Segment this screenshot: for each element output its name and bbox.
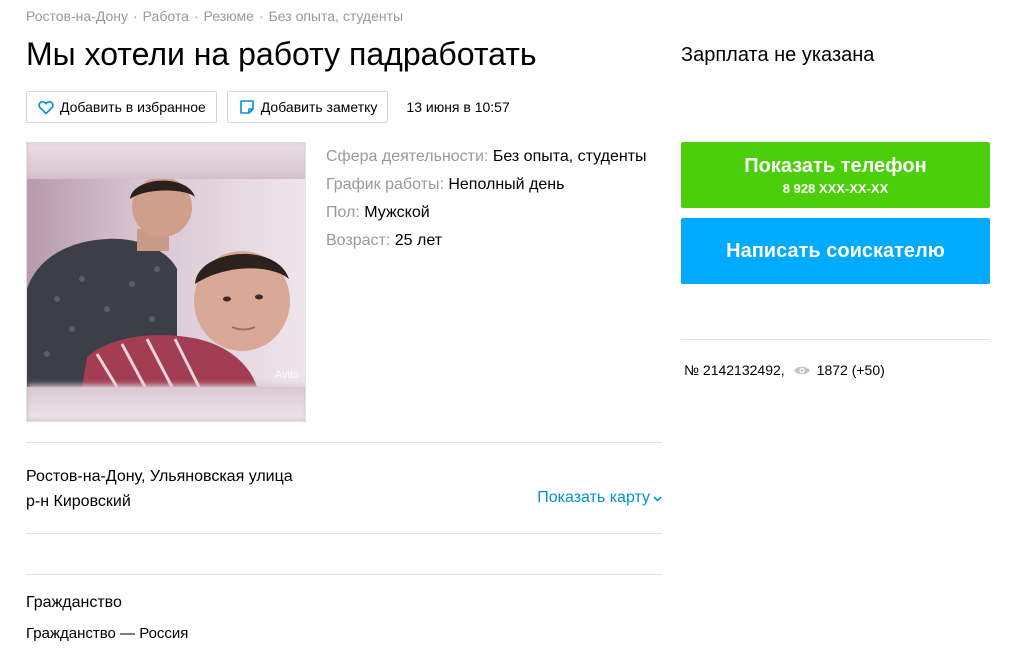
citizenship-value: Гражданство — Россия	[26, 625, 189, 642]
write-to-applicant-button[interactable]: Написать соискателю	[681, 218, 990, 284]
param-row-schedule: График работы: Неполный день	[326, 171, 647, 199]
phone-masked: 8 928 XXX-XX-XX	[782, 180, 889, 196]
param-value: Без опыта, студенты	[492, 148, 647, 165]
param-value: Неполный день	[448, 176, 565, 193]
address-block: Ростов-на-Дону, Ульяновская улица р-н Ки…	[26, 464, 293, 514]
param-key: График работы:	[326, 176, 444, 193]
breadcrumb-separator: ·	[258, 8, 264, 24]
breadcrumb: Ростов-на-Дону · Работа · Резюме · Без опыта, …	[26, 8, 403, 24]
resume-photo[interactable]: Avito	[26, 142, 306, 422]
breadcrumb-city[interactable]: Ростов-на-Дону	[26, 8, 128, 24]
chevron-down-icon	[653, 496, 662, 502]
item-number: № 2142132492,	[684, 362, 785, 378]
item-meta: № 2142132492, 1872 (+50)	[684, 362, 885, 378]
param-row-gender: Пол: Мужской	[326, 199, 647, 227]
param-row-sphere: Сфера деятельности: Без опыта, студенты	[326, 143, 647, 171]
show-phone-button[interactable]: Показать телефон 8 928 XXX-XX-XX	[681, 142, 990, 208]
breadcrumb-work[interactable]: Работа	[143, 8, 189, 24]
divider	[26, 442, 662, 443]
add-to-favorites-label: Добавить в избранное	[60, 99, 206, 115]
photo-image	[27, 177, 305, 388]
breadcrumb-separator: ·	[193, 8, 199, 24]
citizenship-title: Гражданство	[26, 594, 122, 611]
param-key: Сфера деятельности:	[326, 148, 489, 165]
param-value: Мужской	[364, 204, 430, 221]
page-title: Мы хотели на работу падработать	[26, 36, 537, 72]
item-actions: Добавить в избранное Добавить заметку 13…	[26, 91, 510, 123]
heart-icon	[38, 100, 54, 115]
photo-blur-bottom	[27, 385, 305, 421]
salary: Зарплата не указана	[681, 44, 875, 66]
publish-date: 13 июня в 10:57	[406, 99, 510, 115]
address-line: Ростов-на-Дону, Ульяновская улица	[26, 468, 293, 485]
divider	[681, 339, 990, 340]
param-value: 25 лет	[394, 232, 443, 249]
eye-icon	[793, 366, 810, 374]
view-count: 1872 (+50)	[816, 362, 885, 378]
photo-blur-top	[27, 143, 305, 179]
photo-watermark: Avito	[274, 369, 299, 381]
divider	[26, 533, 662, 534]
address-district: р-н Кировский	[26, 493, 131, 510]
param-key: Возраст:	[326, 232, 391, 249]
add-note-button[interactable]: Добавить заметку	[226, 91, 389, 123]
divider	[26, 574, 662, 575]
show-phone-label: Показать телефон	[744, 154, 927, 177]
note-icon	[239, 100, 254, 114]
add-to-favorites-button[interactable]: Добавить в избранное	[26, 91, 217, 123]
add-note-label: Добавить заметку	[260, 99, 378, 115]
photo-people-illustration	[27, 177, 290, 388]
show-map-link[interactable]: Показать карту	[537, 489, 662, 507]
param-key: Пол:	[326, 204, 360, 221]
breadcrumb-resume[interactable]: Резюме	[204, 8, 254, 24]
show-map-label: Показать карту	[537, 489, 650, 506]
resume-params: Сфера деятельности: Без опыта, студенты …	[326, 143, 647, 255]
breadcrumb-separator: ·	[133, 8, 138, 24]
breadcrumb-category[interactable]: Без опыта, студенты	[269, 8, 404, 24]
param-row-age: Возраст: 25 лет	[326, 227, 647, 255]
